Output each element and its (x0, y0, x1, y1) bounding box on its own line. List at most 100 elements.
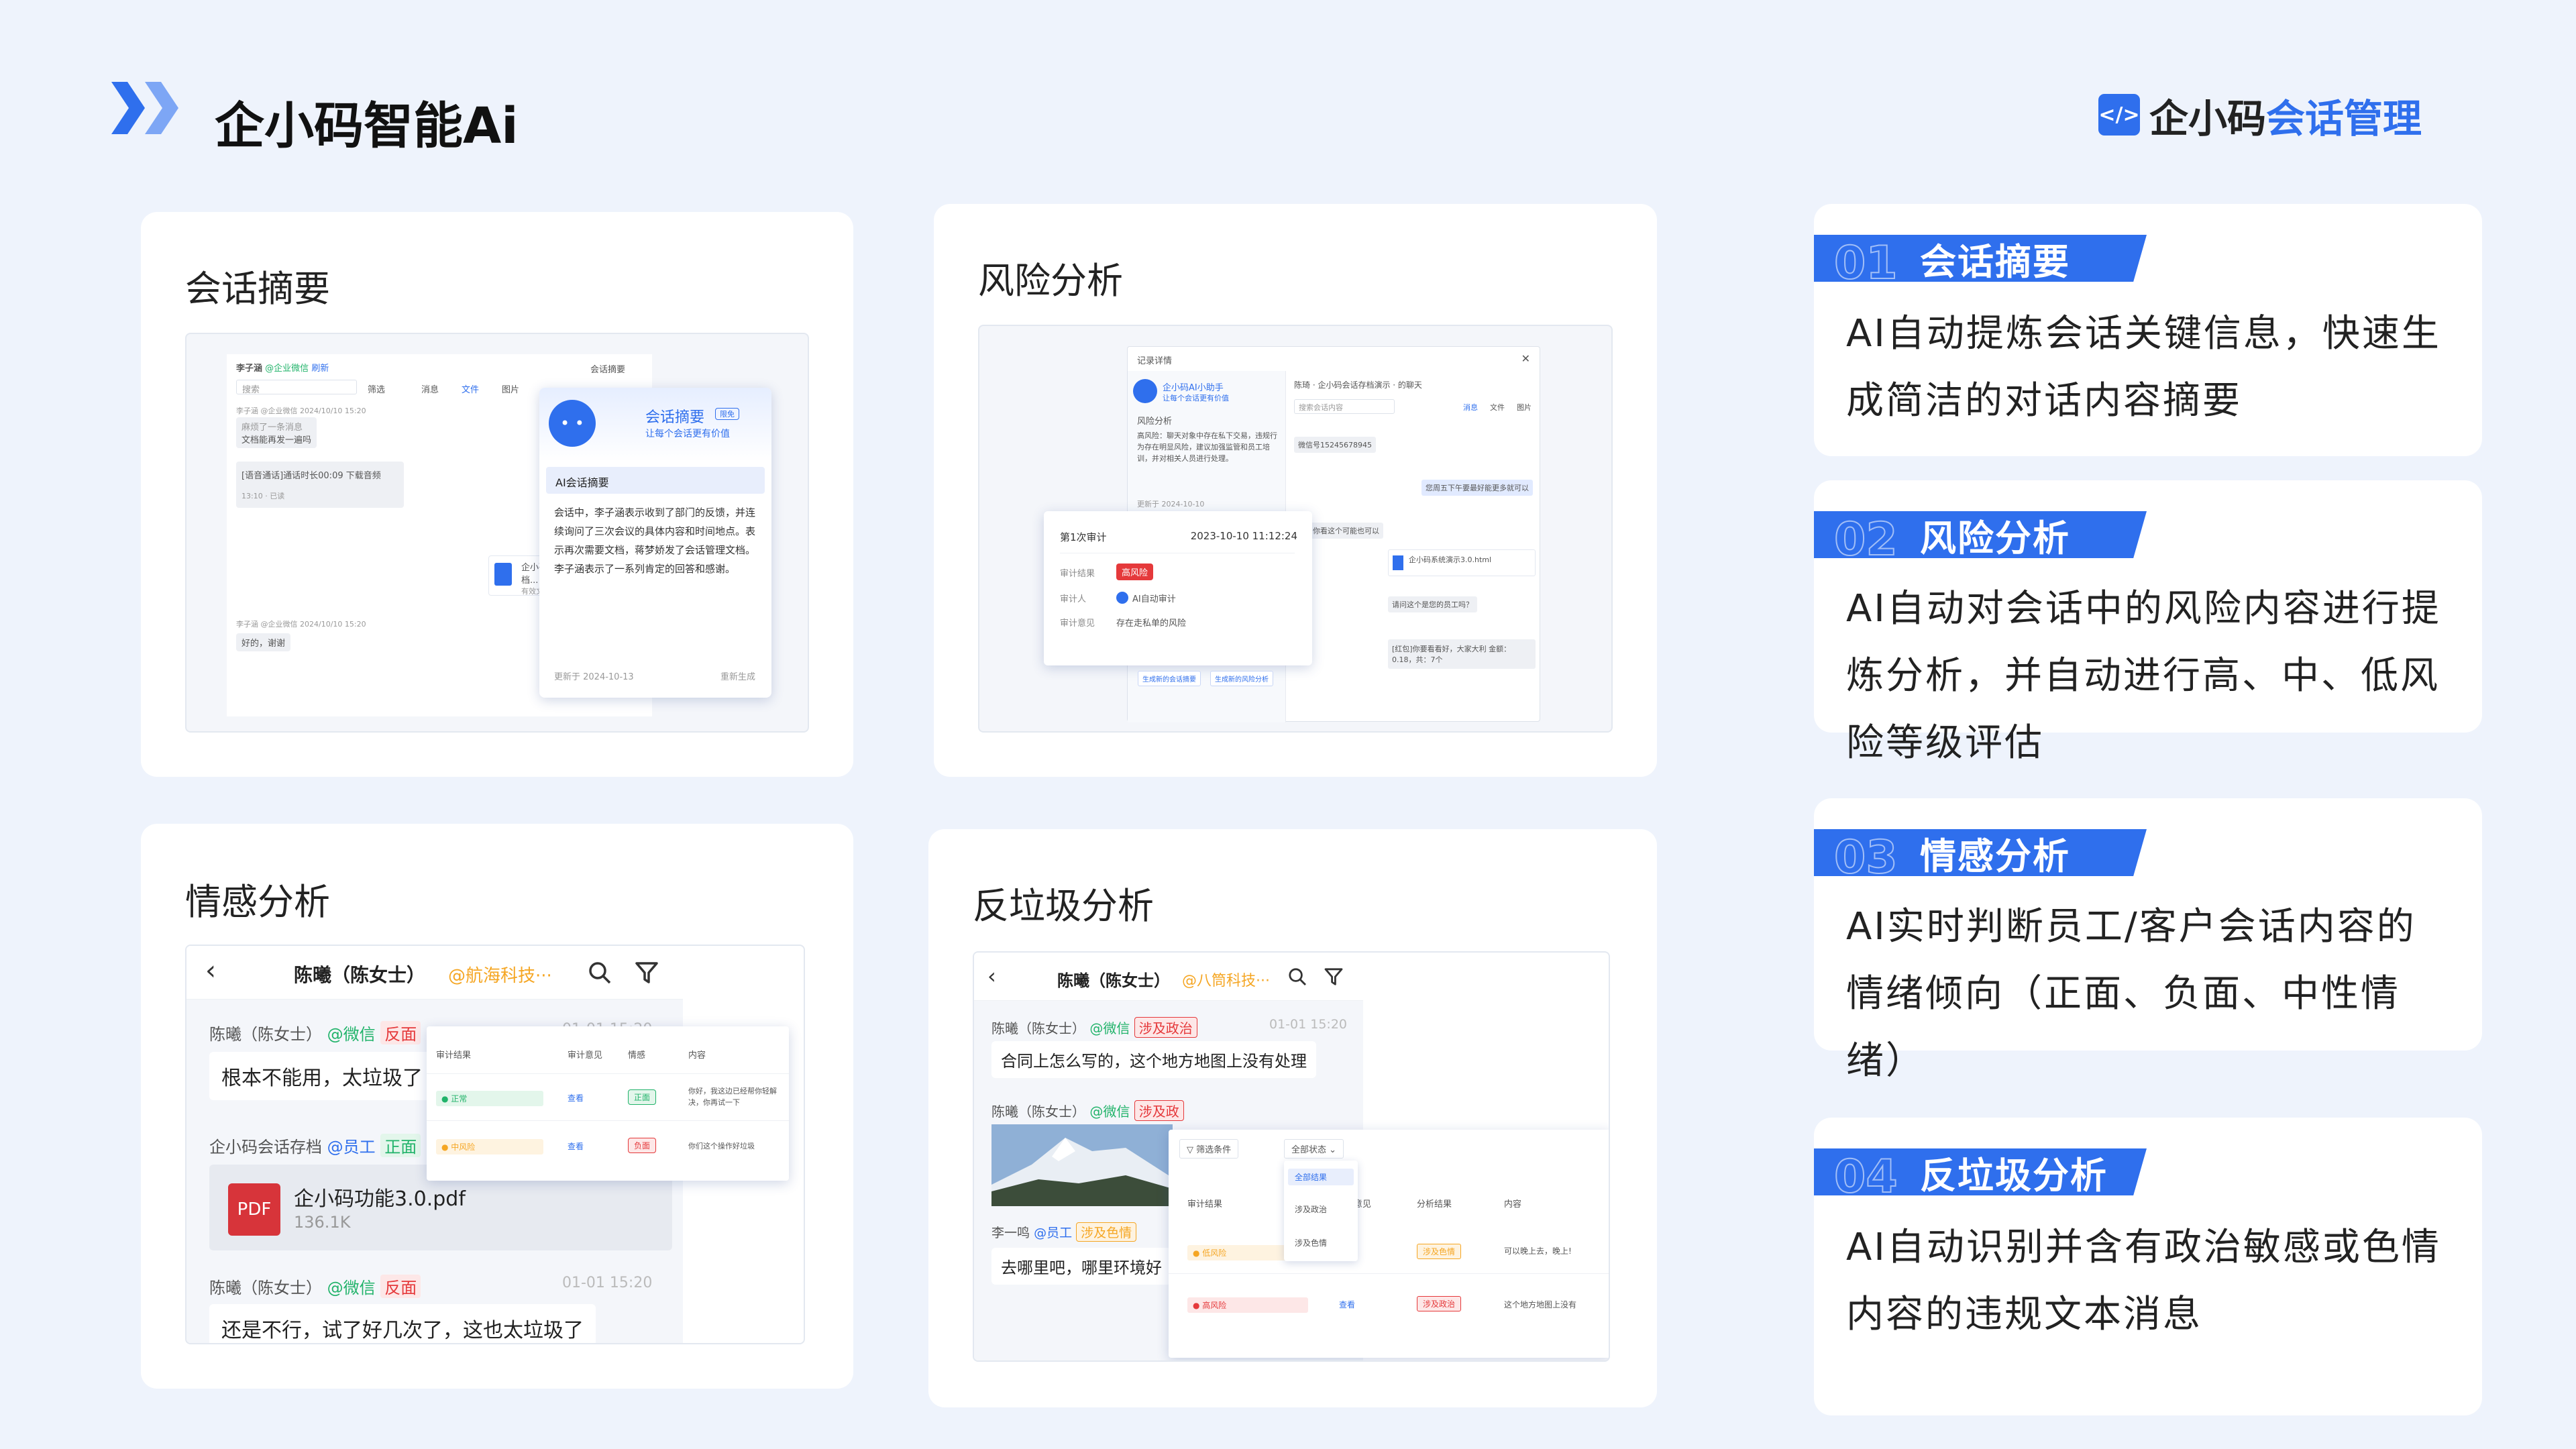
summary-screenshot: 李子涵 @企业微信 刷新 会话摘要 搜索 筛选 消息 文件 图片 李子涵 @企业… (185, 333, 809, 733)
sender-name: 陈曦（陈女士） (991, 1104, 1085, 1120)
card-title: 风险分析 (978, 260, 1123, 302)
risk-badge: 高风险 (1116, 564, 1154, 580)
search-input[interactable]: 搜索会话内容 (1294, 399, 1395, 414)
card-title: 反垃圾分析 (973, 885, 1154, 927)
result-text: 中风险 (451, 1142, 476, 1152)
auditor-name: AI自动审计 (1132, 594, 1176, 604)
message-text: [语音通话]通话时长00:09 下载音频 (241, 471, 381, 481)
brand-logo: 企小码会话管理 (2149, 87, 2422, 144)
code-icon: </> (2098, 94, 2140, 136)
tab-images[interactable]: 图片 (502, 382, 519, 395)
feature-description: AI自动识别并含有政治敏感或色情 内容的违规文本消息 (1846, 1214, 2441, 1348)
regenerate-button[interactable]: 重新生成 (720, 669, 755, 682)
dropdown-option[interactable]: 全部结果 (1288, 1169, 1354, 1185)
description-line: 成简洁的对话内容摘要 (1846, 379, 2242, 423)
summary-popup: • • 会话摘要 限免 让每个会话更有价值 AI会话摘要 会话中，李子涵表示收到… (539, 388, 771, 698)
feature-name: 情感分析 (1920, 835, 2070, 877)
view-link[interactable]: 查看 (568, 1140, 584, 1152)
status-label: 全部状态 (1291, 1145, 1327, 1155)
feature-name: 风险分析 (1920, 517, 2070, 559)
popup-section-title: AI会话摘要 (546, 467, 765, 494)
filter-label: 筛选条件 (1196, 1145, 1232, 1155)
opinion-text: 存在走私单的风险 (1116, 619, 1187, 629)
card-title: 会话摘要 (185, 268, 330, 310)
search-icon[interactable] (1287, 966, 1308, 987)
result-text: 低风险 (1202, 1248, 1227, 1258)
emotion-tag: 反面 (380, 1275, 421, 1298)
file-message[interactable]: 企小码系统演示3.0.html (1388, 549, 1536, 576)
message-bubble: 您周五下午要最好能更多就可以 (1421, 480, 1533, 496)
voice-message[interactable]: [语音通话]通话时长00:09 下载音频 13:10 · 已读 (236, 462, 404, 508)
search-input[interactable]: 搜索 (236, 380, 357, 395)
dropdown-option[interactable]: 涉及政治 (1295, 1203, 1327, 1215)
file-name: 企小码功能3.0.pdf (294, 1187, 466, 1211)
view-link[interactable]: 查看 (568, 1092, 584, 1104)
filter-button[interactable]: 筛选 (368, 382, 385, 395)
feature-description: AI自动提炼会话关键信息，快速生 成简洁的对话内容摘要 (1846, 301, 2441, 435)
file-size: 136.1K (294, 1213, 351, 1232)
emotion-card: 情感分析 ‹ 陈曦（陈女士） @航海科技··· 陈曦（陈女士） @微信 反面 0… (141, 824, 853, 1389)
risk-updated: 更新于 2024-10-10 (1137, 500, 1205, 508)
tab-messages[interactable]: 消息 (1463, 402, 1478, 413)
message-text: 麻烦了一条消息 (241, 423, 303, 433)
sender-name: 陈曦（陈女士） (991, 1020, 1085, 1036)
message-bubble: 好的，谢谢 (236, 633, 291, 651)
spam-tag: 涉及色情 (1076, 1222, 1137, 1242)
description-line: 绪） (1846, 1039, 1925, 1083)
status-select[interactable]: 全部状态 ⌄ (1284, 1139, 1344, 1159)
red-packet-message: [红包]你要看看好，大家大利 金额：0.18，共：7个 (1388, 639, 1536, 669)
feature-card: 02 风险分析 AI自动对会话中的风险内容进行提 炼分析，并自动进行高、中、低风险… (1814, 480, 2482, 765)
emotion-screenshot: ‹ 陈曦（陈女士） @航海科技··· 陈曦（陈女士） @微信 反面 01-01 … (185, 945, 805, 1344)
back-icon[interactable]: ‹ (987, 963, 996, 989)
tab-images[interactable]: 图片 (1517, 402, 1532, 413)
status-dropdown: 全部结果 涉及政治 涉及色情 (1284, 1161, 1358, 1261)
message-bubble: 去哪里吧，哪里环境好 (991, 1248, 1171, 1285)
close-icon[interactable]: ✕ (1521, 352, 1530, 365)
spam-tag: 涉及政 (1134, 1100, 1184, 1121)
spam-tag: 涉及政治 (1134, 1017, 1197, 1038)
result-text: 正常 (451, 1094, 468, 1104)
message-bubble: 根本不能用，太垃圾了 (209, 1052, 435, 1100)
summary-card: 会话摘要 李子涵 @企业微信 刷新 会话摘要 搜索 筛选 消息 文件 图片 李子… (141, 212, 853, 777)
contact-name: 李子涵 (236, 364, 263, 374)
refresh-link[interactable]: 刷新 (311, 364, 329, 374)
back-icon[interactable]: ‹ (205, 955, 216, 986)
message-meta: 李子涵 @企业微信 2024/10/10 15:20 (236, 620, 366, 629)
emotion-tag: 负面 (628, 1138, 657, 1153)
message-meta: 李子涵 @企业微信 2024/10/10 15:20 (236, 407, 366, 415)
description-line: AI自动提炼会话关键信息，快速生 (1846, 312, 2441, 356)
analysis-tag: 涉及色情 (1417, 1244, 1462, 1259)
auditor-label: 审计人 (1060, 594, 1087, 604)
emotion-tag: 反面 (380, 1021, 421, 1044)
filter-icon[interactable] (633, 959, 660, 986)
search-icon[interactable] (586, 959, 613, 986)
risk-card: 风险分析 记录详情 ✕ 企小码AI小助手 让每个会话更有价值 风险分析 高风险：… (934, 204, 1657, 777)
message-bubble: 还是不行，试了好几次了，这也太垃圾了 (209, 1304, 596, 1343)
tab-messages[interactable]: 消息 (421, 382, 439, 395)
summary-button[interactable]: 会话摘要 (590, 362, 625, 375)
dropdown-option[interactable]: 涉及色情 (1295, 1237, 1327, 1248)
tab-files[interactable]: 文件 (462, 382, 479, 395)
sender-source: @员工 (1034, 1226, 1073, 1240)
sender-source: @微信 (327, 1025, 376, 1044)
gen-summary-button[interactable]: 生成新的会话摘要 (1138, 671, 1201, 686)
filter-button[interactable]: ▽ 筛选条件 (1179, 1139, 1239, 1159)
risk-screenshot: 记录详情 ✕ 企小码AI小助手 让每个会话更有价值 风险分析 高风险：聊天对象中… (978, 325, 1613, 733)
filter-icon[interactable] (1323, 966, 1344, 987)
col-header: 审计意见 (568, 1051, 603, 1061)
view-link[interactable]: 查看 (1339, 1299, 1355, 1310)
col-header: 内容 (688, 1051, 706, 1061)
mountain-image[interactable] (991, 1124, 1173, 1206)
tab-files[interactable]: 文件 (1490, 402, 1505, 413)
contact-org: @航海科技··· (448, 966, 552, 986)
message-meta: 13:10 · 已读 (241, 492, 285, 500)
chat-header: 陈琦 · 企小码会话存档演示 · 的聊天 (1294, 380, 1422, 390)
popup-body: 会话中，李子涵表示收到了部门的反馈，并连续询问了三次会议的具体内容和时间地点。表… (554, 506, 756, 575)
feature-tab: 03 情感分析 (1814, 829, 2147, 876)
feature-card: 01 会话摘要 AI自动提炼会话关键信息，快速生 成简洁的对话内容摘要 (1814, 204, 2482, 456)
feature-tab: 01 会话摘要 (1814, 235, 2147, 282)
feature-description: AI自动对会话中的风险内容进行提 炼分析，并自动进行高、中、低风 险等级评估 (1846, 576, 2441, 777)
feature-card: 03 情感分析 AI实时判断员工/客户会话内容的 情绪倾向（正面、负面、中性情 绪） (1814, 798, 2482, 1083)
sender-name: 陈曦（陈女士） (209, 1279, 322, 1297)
gen-risk-button[interactable]: 生成新的风险分析 (1210, 671, 1273, 686)
